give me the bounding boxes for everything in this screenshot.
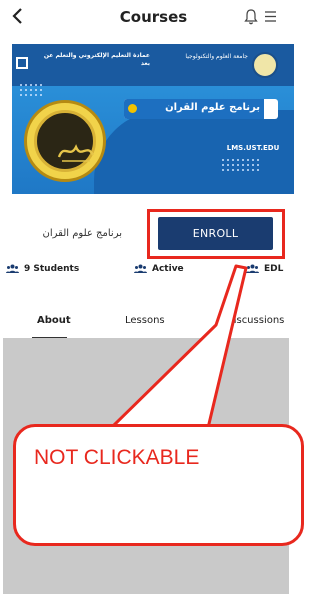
people-icon: [134, 264, 147, 273]
banner-square-icon: [16, 57, 28, 69]
bell-icon[interactable]: [244, 9, 258, 25]
menu-icon[interactable]: [264, 10, 277, 23]
annotation-highlight-box: [147, 209, 285, 259]
banner-university-name: جامعة العلوم والتكنولوجيا: [185, 53, 248, 60]
page-title: Courses: [119, 8, 188, 26]
annotation-callout: [13, 424, 304, 546]
quran-calligraphy-icon: [57, 144, 95, 162]
people-icon: [246, 264, 259, 273]
status-stat: Active: [134, 262, 204, 276]
banner-program-label: برنامج علوم القران: [165, 102, 260, 113]
banner-dots-right: [222, 159, 259, 171]
students-count: 9 Students: [24, 264, 80, 274]
app-header: Courses: [0, 0, 307, 36]
quran-emblem: [24, 100, 106, 182]
status-label: Active: [152, 264, 184, 274]
banner-dots: [20, 84, 42, 96]
annotation-text: NOT CLICKABLE: [34, 446, 200, 469]
banner-center-name: عمادة التعليم الإلكتروني والتعلم عن بعد: [43, 52, 150, 67]
course-name: برنامج علوم القران: [42, 228, 122, 239]
people-icon: [6, 264, 19, 273]
program-dot-icon: [128, 104, 137, 113]
banner-site-url: LMS.UST.EDU: [226, 144, 280, 152]
tab-lessons[interactable]: Lessons: [125, 315, 165, 326]
university-logo: [252, 52, 278, 78]
students-stat: 9 Students: [6, 262, 96, 276]
tab-discussions[interactable]: Discussions: [226, 315, 284, 326]
course-banner: عمادة التعليم الإلكتروني والتعلم عن بعد …: [12, 44, 294, 194]
type-stat: EDL: [246, 262, 292, 276]
type-label: EDL: [264, 264, 284, 274]
tab-about[interactable]: About: [37, 315, 71, 326]
